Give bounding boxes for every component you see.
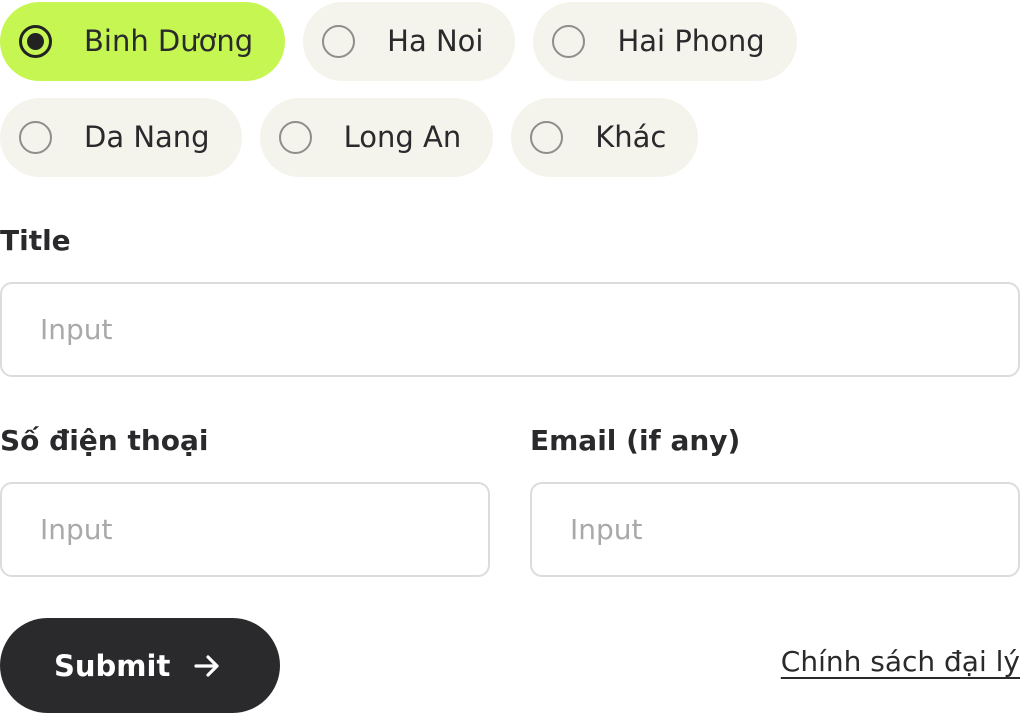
submit-button[interactable]: Submit	[0, 618, 280, 713]
radio-unchecked-icon	[278, 121, 312, 154]
region-option-long-an[interactable]: Long An	[259, 98, 494, 177]
region-option-hai-phong[interactable]: Hai Phong	[533, 2, 797, 81]
region-option-label: Ha Noi	[387, 24, 484, 58]
policy-link[interactable]: Chính sách đại lý	[781, 645, 1020, 678]
radio-unchecked-icon	[530, 121, 564, 154]
email-label: Email (if any)	[530, 424, 741, 457]
phone-label: Số điện thoại	[0, 424, 209, 457]
radio-unchecked-icon	[552, 25, 586, 58]
region-option-khac[interactable]: Khác	[511, 98, 699, 177]
region-option-label: Long An	[343, 120, 462, 154]
email-input[interactable]	[530, 482, 1020, 577]
region-option-binh-duong[interactable]: Binh Dương	[0, 2, 286, 81]
radio-checked-icon	[19, 25, 52, 58]
region-radio-group-row-1: Binh Dương Ha Noi Hai Phong	[0, 2, 797, 81]
title-label: Title	[0, 224, 71, 257]
radio-unchecked-icon	[19, 121, 52, 154]
region-option-label: Khác	[595, 120, 667, 154]
radio-unchecked-icon	[322, 25, 356, 58]
region-option-da-nang[interactable]: Da Nang	[0, 98, 242, 177]
submit-label: Submit	[54, 648, 171, 683]
title-input[interactable]	[0, 282, 1020, 377]
region-radio-group-row-2: Da Nang Long An Khác	[0, 98, 699, 177]
region-option-label: Binh Dương	[84, 24, 254, 58]
arrow-right-icon	[194, 654, 219, 677]
region-option-label: Hai Phong	[617, 24, 765, 58]
region-option-ha-noi[interactable]: Ha Noi	[303, 2, 516, 81]
region-option-label: Da Nang	[84, 120, 210, 154]
radio-dot	[27, 33, 44, 50]
phone-input[interactable]	[0, 482, 490, 577]
